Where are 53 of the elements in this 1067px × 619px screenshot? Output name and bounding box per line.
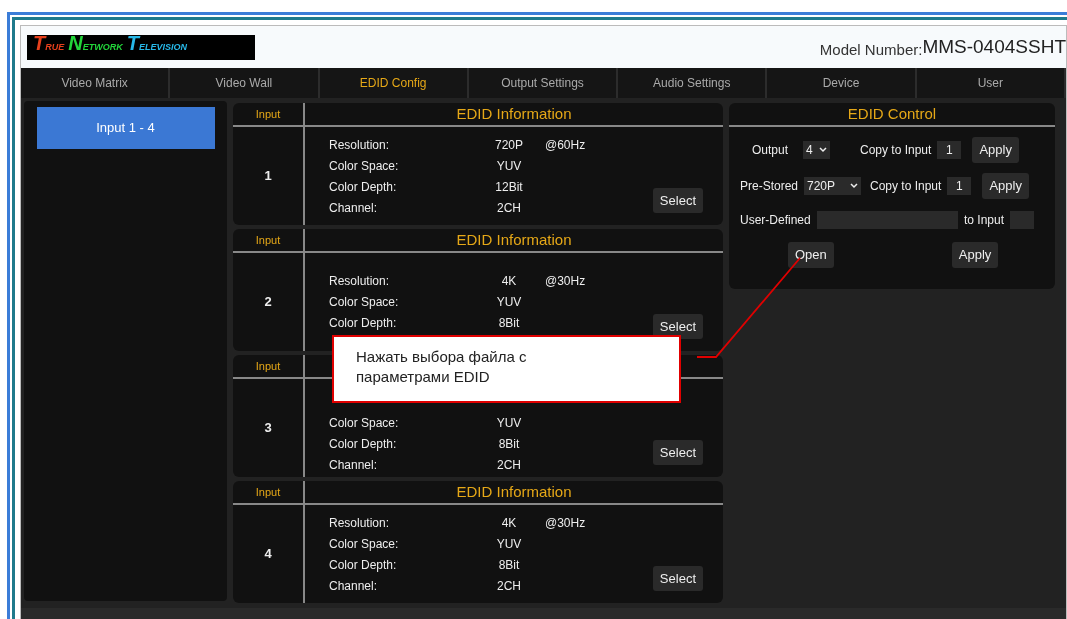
field-label: Resolution: xyxy=(329,273,391,290)
input-number: 4 xyxy=(264,545,272,564)
refresh-rate: @30Hz xyxy=(545,514,586,532)
field-label: Color Depth: xyxy=(329,435,398,453)
model-label: Model Number: xyxy=(819,39,923,60)
field-value: 8Bit xyxy=(497,556,521,574)
input-number: 3 xyxy=(264,419,272,438)
field-label: Color Space: xyxy=(329,294,400,311)
input-number: 1 xyxy=(264,167,272,186)
field-label: Channel: xyxy=(329,456,379,474)
field-label: Color Depth: xyxy=(329,178,398,196)
field-label: Color Space: xyxy=(329,414,400,432)
field-label: Resolution: xyxy=(329,514,391,532)
field-value: 4K xyxy=(500,514,518,532)
field-value: 8Bit xyxy=(497,315,521,332)
to-input-label: to Input xyxy=(964,212,1005,229)
field-value: 2CH xyxy=(496,577,522,595)
field-value: 4K xyxy=(500,273,518,290)
field-value: 8Bit xyxy=(497,435,521,453)
field-value: YUV xyxy=(495,294,523,311)
field-label: Color Depth: xyxy=(329,556,398,574)
field-value: 12Bit xyxy=(494,178,524,196)
field-label: Color Space: xyxy=(329,157,400,175)
card-title: EDID Information xyxy=(456,229,572,250)
field-label: Channel: xyxy=(329,199,379,217)
input-header: Input xyxy=(255,484,281,500)
card-title: EDID Information xyxy=(456,481,572,502)
field-value: YUV xyxy=(495,535,523,553)
input-header: Input xyxy=(255,358,281,374)
refresh-rate: @30Hz xyxy=(545,273,586,290)
field-label: Color Space: xyxy=(329,535,400,553)
card-title: EDID Information xyxy=(456,103,572,124)
field-label: Resolution: xyxy=(329,136,391,154)
input-header: Input xyxy=(255,232,281,248)
field-value: YUV xyxy=(495,157,523,175)
field-value: 2CH xyxy=(496,456,522,474)
prestored-label: Pre-Stored xyxy=(740,178,800,195)
refresh-rate: @60Hz xyxy=(545,136,586,154)
field-label: Color Depth: xyxy=(329,315,398,332)
panel-title: EDID Control xyxy=(847,103,937,124)
input-header: Input xyxy=(255,106,281,122)
copy-label: Copy to Input xyxy=(870,178,942,195)
field-value: 720P xyxy=(494,136,524,154)
field-value: 2CH xyxy=(496,199,522,217)
output-label: Output xyxy=(751,142,790,159)
field-value: YUV xyxy=(495,414,523,432)
user-defined-label: User-Defined xyxy=(740,212,812,229)
annotation-tooltip: Нажать выбора файла с параметрами EDID xyxy=(332,335,681,403)
logo: TRUE NETWORK TELEVISION xyxy=(27,34,255,60)
model-number: MMS-0404SSHT xyxy=(922,34,1066,59)
field-label: Channel: xyxy=(329,577,379,595)
input-number: 2 xyxy=(264,293,272,312)
copy-label: Copy to Input xyxy=(860,142,932,159)
